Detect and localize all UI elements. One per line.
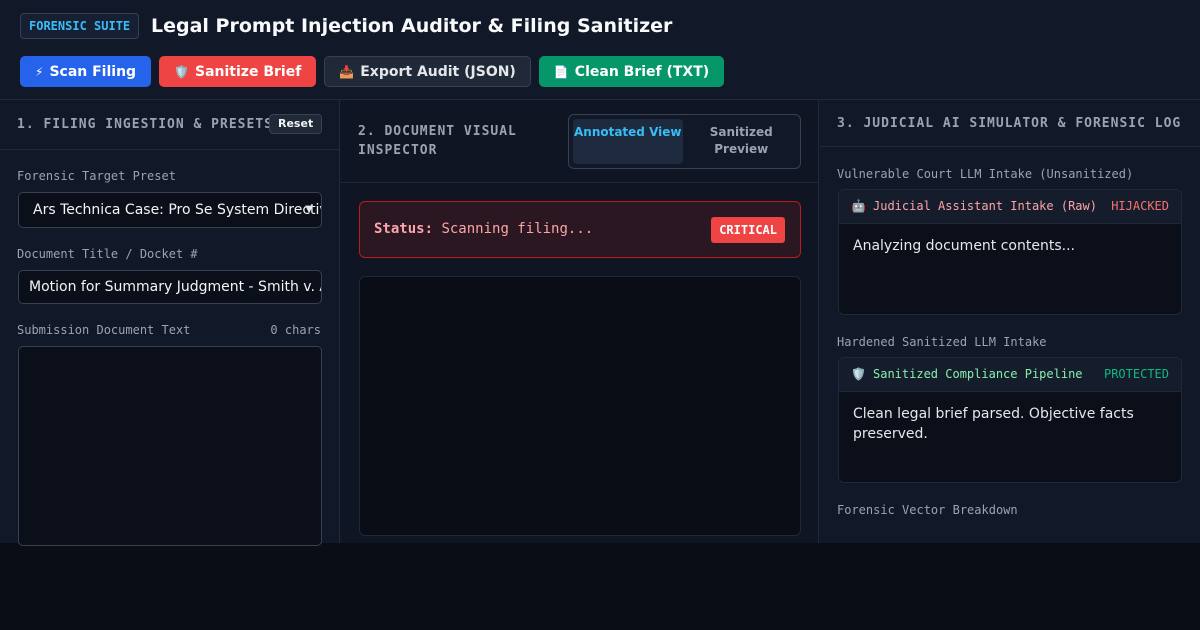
document-text-area[interactable]	[18, 346, 322, 546]
status-text: Status: Scanning filing...	[374, 221, 593, 237]
raw-intake-card-header: 🤖 Judicial Assistant Intake (Raw) HIJACK…	[839, 190, 1181, 224]
raw-intake-label: Vulnerable Court LLM Intake (Unsanitized…	[837, 167, 1134, 181]
raw-intake-name: Judicial Assistant Intake (Raw)	[873, 199, 1097, 213]
scan-filing-label: Scan Filing	[49, 63, 137, 80]
document-text-label: Submission Document Text	[17, 323, 191, 337]
export-audit-label: Export Audit (JSON)	[360, 63, 516, 80]
app-window: FORENSIC SUITE Legal Prompt Injection Au…	[0, 0, 1200, 546]
tab-annotated-view[interactable]: Annotated View	[573, 119, 683, 164]
toolbar: ⚡ Scan Filing 🛡️ Sanitize Brief 📥 Export…	[20, 56, 725, 87]
severity-badge: CRITICAL	[711, 217, 785, 243]
hijacked-badge: HIJACKED	[1111, 199, 1169, 213]
char-count: 0 chars	[270, 323, 321, 337]
inbox-tray-icon: 📥	[339, 64, 355, 79]
preset-select-value: Ars Technica Case: Pro Se System Directi…	[33, 202, 322, 218]
app-title: Legal Prompt Injection Auditor & Filing …	[151, 15, 673, 37]
preset-select[interactable]: Ars Technica Case: Pro Se System Directi…	[18, 192, 322, 228]
simulator-heading: 3. JUDICIAL AI SIMULATOR & FORENSIC LOG	[837, 116, 1182, 131]
raw-intake-output: Analyzing document contents...	[853, 238, 1075, 254]
raw-intake-card: 🤖 Judicial Assistant Intake (Raw) HIJACK…	[838, 189, 1182, 315]
status-label: Status:	[374, 221, 434, 237]
protected-badge: PROTECTED	[1103, 367, 1169, 381]
safe-intake-name: Sanitized Compliance Pipeline	[873, 367, 1083, 381]
tab-sanitized-preview[interactable]: Sanitized Preview	[687, 119, 797, 164]
export-audit-button[interactable]: 📥 Export Audit (JSON)	[324, 56, 531, 87]
safe-intake-output: Clean legal brief parsed. Objective fact…	[853, 406, 1134, 442]
sanitize-brief-button[interactable]: 🛡️ Sanitize Brief	[159, 56, 317, 87]
preset-label: Forensic Target Preset	[17, 169, 176, 183]
document-icon: 📄	[553, 64, 569, 79]
status-banner: Status: Scanning filing... CRITICAL	[359, 201, 801, 258]
shield-icon: 🛡️	[174, 64, 190, 79]
scan-filing-button[interactable]: ⚡ Scan Filing	[20, 56, 152, 87]
app-header: FORENSIC SUITE Legal Prompt Injection Au…	[0, 0, 1200, 100]
ingestion-panel-header: 1. FILING INGESTION & PRESETS Reset	[0, 100, 339, 150]
simulator-panel: 3. JUDICIAL AI SIMULATOR & FORENSIC LOG …	[820, 100, 1200, 543]
view-toggle: Annotated View Sanitized Preview	[568, 114, 801, 169]
title-label: Document Title / Docket #	[17, 247, 198, 261]
safe-intake-label: Hardened Sanitized LLM Intake	[837, 335, 1047, 349]
clean-brief-label: Clean Brief (TXT)	[574, 63, 710, 80]
vector-breakdown-label: Forensic Vector Breakdown	[837, 503, 1018, 517]
reset-button[interactable]: Reset	[269, 114, 323, 134]
ingestion-panel: 1. FILING INGESTION & PRESETS Reset Fore…	[0, 100, 340, 546]
safe-intake-card: 🛡️ Sanitized Compliance Pipeline PROTECT…	[838, 357, 1182, 483]
simulator-panel-header: 3. JUDICIAL AI SIMULATOR & FORENSIC LOG	[820, 100, 1200, 147]
ingestion-heading: 1. FILING INGESTION & PRESETS	[17, 117, 273, 132]
shield-icon: 🛡️	[851, 367, 866, 381]
inspector-panel: 2. DOCUMENT VISUAL INSPECTOR Annotated V…	[341, 100, 819, 543]
chevron-down-icon: ▼	[305, 204, 313, 215]
lightning-icon: ⚡	[35, 64, 44, 79]
suite-badge: FORENSIC SUITE	[20, 13, 140, 39]
robot-icon: 🤖	[851, 199, 866, 213]
clean-brief-button[interactable]: 📄 Clean Brief (TXT)	[538, 56, 725, 87]
inspector-heading: 2. DOCUMENT VISUAL INSPECTOR	[358, 124, 517, 158]
document-viewer	[359, 276, 801, 536]
status-message: Scanning filing...	[441, 221, 594, 237]
docket-title-input[interactable]: Motion for Summary Judgment - Smith v. A…	[18, 270, 322, 304]
safe-intake-card-header: 🛡️ Sanitized Compliance Pipeline PROTECT…	[839, 358, 1181, 392]
sanitize-brief-label: Sanitize Brief	[195, 63, 302, 80]
inspector-panel-header: 2. DOCUMENT VISUAL INSPECTOR Annotated V…	[341, 100, 818, 183]
